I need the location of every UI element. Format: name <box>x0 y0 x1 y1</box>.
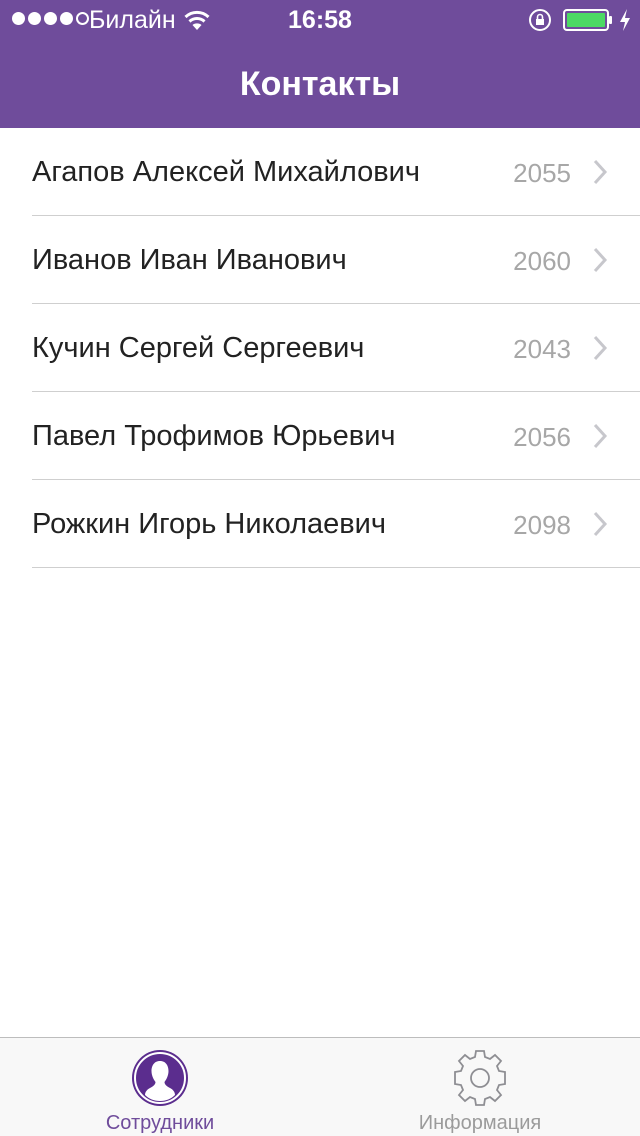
contact-extension: 2055 <box>513 158 571 188</box>
chevron-right-icon <box>593 511 608 537</box>
chevron-right-icon <box>593 423 608 449</box>
contact-row[interactable]: Кучин Сергей Сергеевич 2043 <box>0 304 640 392</box>
chevron-right-icon <box>593 247 608 273</box>
contact-row[interactable]: Иванов Иван Иванович 2060 <box>0 216 640 304</box>
tab-bar: Сотрудники Информация <box>0 1037 640 1136</box>
contact-name: Кучин Сергей Сергеевич <box>32 332 365 364</box>
contact-extension: 2098 <box>513 510 571 540</box>
contact-name: Рожкин Игорь Николаевич <box>32 508 386 540</box>
contact-extension: 2060 <box>513 246 571 276</box>
status-bar: Билайн 16:58 <box>0 0 640 40</box>
tab-information[interactable]: Информация <box>320 1038 640 1136</box>
contact-extension: 2043 <box>513 334 571 364</box>
rotation-lock-icon <box>529 9 551 31</box>
contact-name: Павел Трофимов Юрьевич <box>32 420 396 452</box>
chevron-right-icon <box>593 159 608 185</box>
contacts-list: Агапов Алексей Михайлович 2055 Иванов Ив… <box>0 128 640 568</box>
contact-extension: 2056 <box>513 422 571 452</box>
header: Билайн 16:58 Контакты <box>0 0 640 128</box>
row-divider <box>32 567 640 568</box>
contact-row[interactable]: Рожкин Игорь Николаевич 2098 <box>0 480 640 568</box>
tab-employees[interactable]: Сотрудники <box>0 1038 320 1136</box>
contact-name: Агапов Алексей Михайлович <box>32 156 420 188</box>
tab-label: Сотрудники <box>105 1112 215 1134</box>
charging-icon <box>620 9 630 31</box>
contact-row[interactable]: Павел Трофимов Юрьевич 2056 <box>0 392 640 480</box>
tab-label: Информация <box>418 1112 542 1134</box>
chevron-right-icon <box>593 335 608 361</box>
contact-row[interactable]: Агапов Алексей Михайлович 2055 <box>0 128 640 216</box>
person-icon <box>132 1050 188 1106</box>
gear-icon <box>454 1050 506 1106</box>
contact-name: Иванов Иван Иванович <box>32 244 347 276</box>
battery-icon <box>563 9 612 31</box>
page-title: Контакты <box>239 65 401 103</box>
